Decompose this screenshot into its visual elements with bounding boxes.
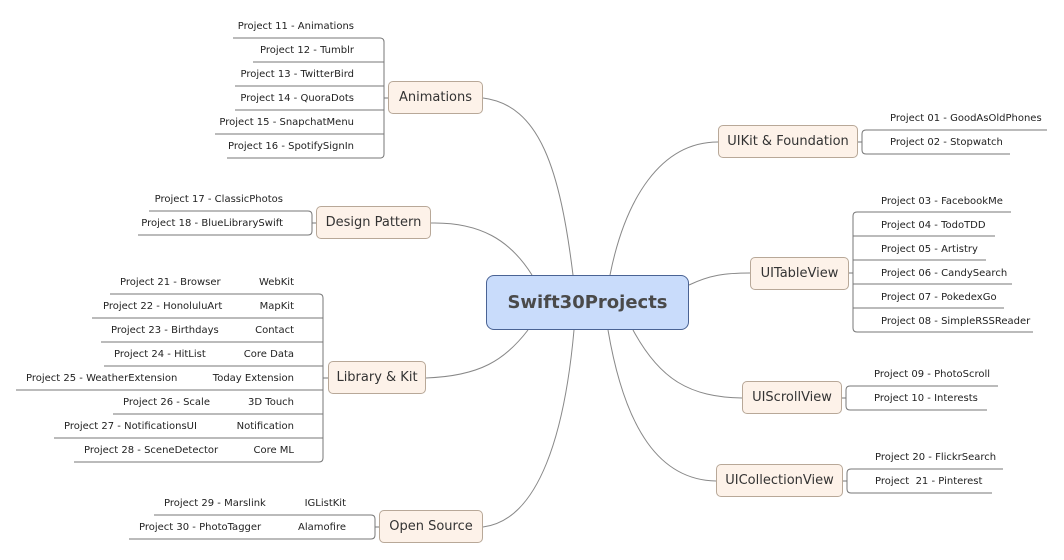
root-node[interactable]: Swift30Projects xyxy=(486,275,689,330)
leaf-project-09[interactable]: Project 09 - PhotoScroll xyxy=(874,369,990,381)
branch-label: UICollectionView xyxy=(725,473,834,488)
kit-label: Notification xyxy=(236,421,294,432)
kit-label: Today Extension xyxy=(212,373,294,384)
leaf-project-15[interactable]: Project 15 - SnapchatMenu xyxy=(219,117,354,129)
branch-label: Animations xyxy=(398,90,473,105)
kit-label: WebKit xyxy=(258,277,294,288)
branch-uikit[interactable]: UIKit & Foundation xyxy=(718,125,858,158)
leaf-project-03[interactable]: Project 03 - FacebookMe xyxy=(881,196,1003,208)
branch-label: Design Pattern xyxy=(325,215,422,230)
leaf-project-02[interactable]: Project 02 - Stopwatch xyxy=(890,137,1003,149)
branch-design-pattern[interactable]: Design Pattern xyxy=(316,206,431,239)
leaf-project-13[interactable]: Project 13 - TwitterBird xyxy=(240,69,354,81)
branch-open-source[interactable]: Open Source xyxy=(379,510,483,543)
connector-uikit xyxy=(609,141,719,276)
root-label: Swift30Projects xyxy=(507,292,668,313)
leaf-project-06[interactable]: Project 06 - CandySearch xyxy=(881,268,1007,280)
kit-label: Core Data xyxy=(243,349,294,360)
leaf-project-22[interactable]: Project 22 - HonoluluArt xyxy=(103,301,222,313)
leaf-project-27[interactable]: Project 27 - NotificationsUI xyxy=(64,421,197,433)
branch-scrollview[interactable]: UIScrollView xyxy=(742,381,842,414)
leaf-project-30[interactable]: Project 30 - PhotoTagger xyxy=(139,522,261,534)
leaf-project-08[interactable]: Project 08 - SimpleRSSReader xyxy=(881,316,1030,328)
leaf-project-25[interactable]: Project 25 - WeatherExtension xyxy=(26,373,177,385)
connector-scrollview xyxy=(632,329,743,399)
kit-label: 3D Touch xyxy=(248,397,294,408)
connector-library xyxy=(425,329,529,379)
leaf-project-04[interactable]: Project 04 - TodoTDD xyxy=(881,220,986,232)
kit-label: Alamofire xyxy=(298,522,346,533)
leaf-project-29[interactable]: Project 29 - Marslink xyxy=(164,498,266,510)
branch-library-kit[interactable]: Library & Kit xyxy=(328,361,426,394)
connector-tableview xyxy=(688,272,751,286)
connector-animations xyxy=(482,97,574,276)
leaf-project-18[interactable]: Project 18 - BlueLibrarySwift xyxy=(141,218,283,230)
branch-label: UITableView xyxy=(760,266,839,281)
leaf-project-01[interactable]: Project 01 - GoodAsOldPhones xyxy=(890,113,1042,125)
connector-collectionview xyxy=(607,329,717,482)
branch-label: UIScrollView xyxy=(752,390,832,405)
kit-label: MapKit xyxy=(259,301,294,312)
kit-label: Core ML xyxy=(253,445,294,456)
kit-label: IGListKit xyxy=(304,498,346,509)
branch-label: Library & Kit xyxy=(336,370,418,385)
leaf-project-05[interactable]: Project 05 - Artistry xyxy=(881,244,978,256)
branch-animations[interactable]: Animations xyxy=(388,81,483,114)
kit-label: Contact xyxy=(255,325,294,336)
branch-collectionview[interactable]: UICollectionView xyxy=(716,464,843,497)
leaf-project-23[interactable]: Project 23 - Birthdays xyxy=(111,325,219,337)
leaf-project-21-pinterest[interactable]: Project 21 - Pinterest xyxy=(875,476,982,488)
leaf-project-16[interactable]: Project 16 - SpotifySignIn xyxy=(228,141,354,153)
leaf-project-26[interactable]: Project 26 - Scale xyxy=(123,397,210,409)
leaf-project-14[interactable]: Project 14 - QuoraDots xyxy=(240,93,354,105)
branch-label: UIKit & Foundation xyxy=(727,134,849,149)
leaf-project-07[interactable]: Project 07 - PokedexGo xyxy=(881,292,997,304)
leaf-project-10[interactable]: Project 10 - Interests xyxy=(874,393,978,405)
branch-label: Open Source xyxy=(389,519,473,534)
leaf-project-24[interactable]: Project 24 - HitList xyxy=(114,349,206,361)
leaf-project-12[interactable]: Project 12 - Tumblr xyxy=(260,45,354,57)
leaf-project-11[interactable]: Project 11 - Animations xyxy=(238,21,354,33)
leaf-project-17[interactable]: Project 17 - ClassicPhotos xyxy=(155,194,283,206)
leaf-project-20[interactable]: Project 20 - FlickrSearch xyxy=(875,452,996,464)
connector-design xyxy=(430,222,533,276)
leaf-project-28[interactable]: Project 28 - SceneDetector xyxy=(84,445,218,457)
branch-tableview[interactable]: UITableView xyxy=(750,257,849,290)
leaf-project-21-browser[interactable]: Project 21 - Browser xyxy=(120,277,221,289)
